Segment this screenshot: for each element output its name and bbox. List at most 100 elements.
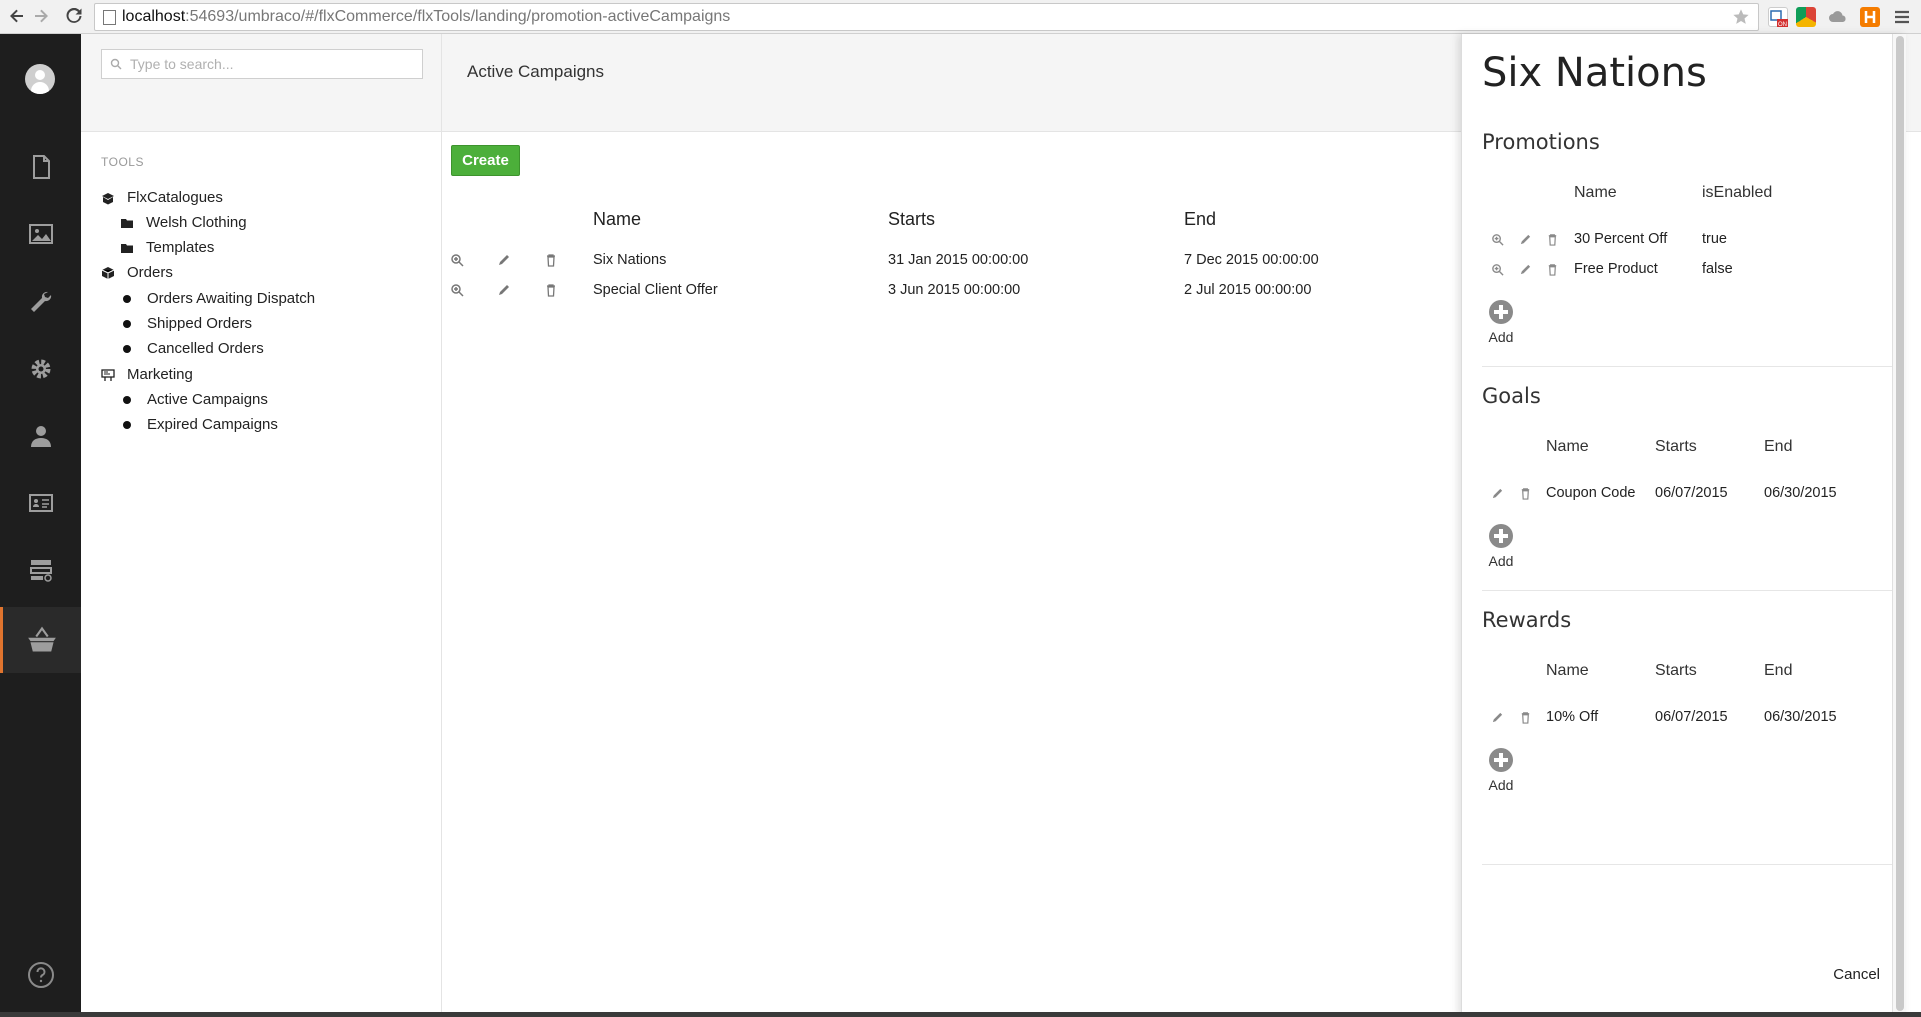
promotion-name[interactable]: 30 Percent Off [1574,231,1667,247]
column-header-end: End [1184,209,1217,229]
goal-name[interactable]: Coupon Code [1546,485,1636,501]
section-divider [1482,366,1905,367]
user-avatar[interactable] [25,64,55,94]
section-members[interactable] [0,470,81,536]
panel-scrollbar[interactable] [1892,34,1906,1017]
help-icon [27,962,54,988]
bookmark-star-icon[interactable] [1732,8,1750,26]
promotion-name[interactable]: Free Product [1574,261,1658,277]
reward-end: 06/30/2015 [1764,709,1837,725]
help-button[interactable] [0,942,81,1008]
cancel-button[interactable]: Cancel [1833,966,1880,983]
tree-item-label: Marketing [127,366,193,383]
delete-icon[interactable] [1517,485,1533,501]
row-name[interactable]: Six Nations [593,252,666,268]
edit-icon[interactable] [1489,709,1505,725]
billboard-icon [101,368,115,382]
tree-item-orders[interactable]: Orders [101,264,173,281]
section-users[interactable] [0,403,81,469]
section-content[interactable] [0,134,81,200]
tree-search-box[interactable] [101,49,423,79]
reward-name[interactable]: 10% Off [1546,709,1598,725]
box-open-icon [101,191,115,205]
tree-item-cancelled-orders[interactable]: Cancelled Orders [120,340,264,357]
delete-icon[interactable] [543,282,559,298]
column-header-name: Name [593,209,642,229]
tree-section-title: TOOLS [101,155,144,169]
address-bar[interactable]: localhost:54693/umbraco/#/flxCommerce/fl… [94,3,1759,31]
tree-item-marketing[interactable]: Marketing [101,366,193,383]
cloud-extension-icon[interactable] [1828,7,1848,27]
search-icon [110,58,122,70]
edit-icon[interactable] [496,252,512,268]
promotion-enabled: false [1702,261,1733,277]
box-icon [101,266,115,280]
edit-icon[interactable] [1489,485,1505,501]
add-label: Add [1488,777,1514,793]
tree-item-active-campaigns[interactable]: Active Campaigns [120,391,268,408]
create-button[interactable]: Create [451,145,520,176]
view-icon[interactable] [449,252,465,268]
goals-column-name: Name [1546,438,1589,455]
section-commerce[interactable] [0,607,81,673]
reload-button[interactable] [63,4,85,28]
add-reward-button[interactable]: Add [1481,748,1521,798]
delete-icon[interactable] [1544,261,1560,277]
colorful-extension-icon[interactable] [1796,7,1816,27]
h-extension-icon[interactable] [1860,7,1880,27]
view-icon[interactable] [1489,261,1505,277]
row-name[interactable]: Special Client Offer [593,282,718,298]
section-forms[interactable] [0,537,81,603]
row-end: 2 Jul 2015 00:00:00 [1184,282,1312,298]
tree-item-label: Shipped Orders [147,315,253,332]
back-button[interactable] [6,4,28,28]
forward-button[interactable] [30,4,52,28]
tree-item-welsh-clothing[interactable]: Welsh Clothing [120,214,247,231]
browser-menu-icon[interactable] [1892,7,1912,27]
edit-icon[interactable] [1517,231,1533,247]
delete-icon[interactable] [543,252,559,268]
rewards-column-starts: Starts [1655,662,1697,679]
page-icon [103,9,116,25]
tree-item-orders-awaiting-dispatch[interactable]: Orders Awaiting Dispatch [120,290,315,307]
goal-end: 06/30/2015 [1764,485,1837,501]
rewards-heading: Rewards [1482,608,1572,632]
column-header-starts: Starts [888,209,936,229]
add-circle-icon [1489,748,1513,772]
wrench-icon [30,291,51,312]
delete-icon[interactable] [1517,709,1533,725]
tree-item-templates[interactable]: Templates [120,239,214,256]
dot-icon [123,344,131,353]
edit-icon[interactable] [1517,261,1533,277]
promotions-column-isenabled: isEnabled [1702,184,1773,201]
goal-starts: 06/07/2015 [1655,485,1728,501]
section-developer[interactable] [0,269,81,335]
page-title: Active Campaigns [467,62,605,81]
add-circle-icon [1489,524,1513,548]
tree-search-input[interactable] [130,56,410,72]
row-starts: 3 Jun 2015 00:00:00 [888,282,1021,298]
calendar-extension-icon[interactable]: ON [1768,7,1788,28]
tree-item-shipped-orders[interactable]: Shipped Orders [120,315,252,332]
folder-icon [120,216,134,230]
edit-icon[interactable] [496,282,512,298]
tree-item-flxcatalogues[interactable]: FlxCatalogues [101,189,223,206]
panel-title: Six Nations [1482,50,1707,96]
section-divider [1482,864,1905,865]
add-promotion-button[interactable]: Add [1481,300,1521,350]
add-goal-button[interactable]: Add [1481,524,1521,574]
document-icon [32,155,50,179]
section-settings[interactable] [0,336,81,402]
view-icon[interactable] [1489,231,1505,247]
delete-icon[interactable] [1544,231,1560,247]
dot-icon [123,395,131,404]
row-starts: 31 Jan 2015 00:00:00 [888,252,1029,268]
scrollbar-thumb[interactable] [1896,36,1904,1011]
tree-item-label: Expired Campaigns [147,416,278,433]
section-navigation [0,34,81,1017]
tree-item-label: Active Campaigns [147,391,268,408]
tree-item-expired-campaigns[interactable]: Expired Campaigns [120,416,278,433]
view-icon[interactable] [449,282,465,298]
section-media[interactable] [0,201,81,267]
tree-item-label: Welsh Clothing [146,214,247,231]
